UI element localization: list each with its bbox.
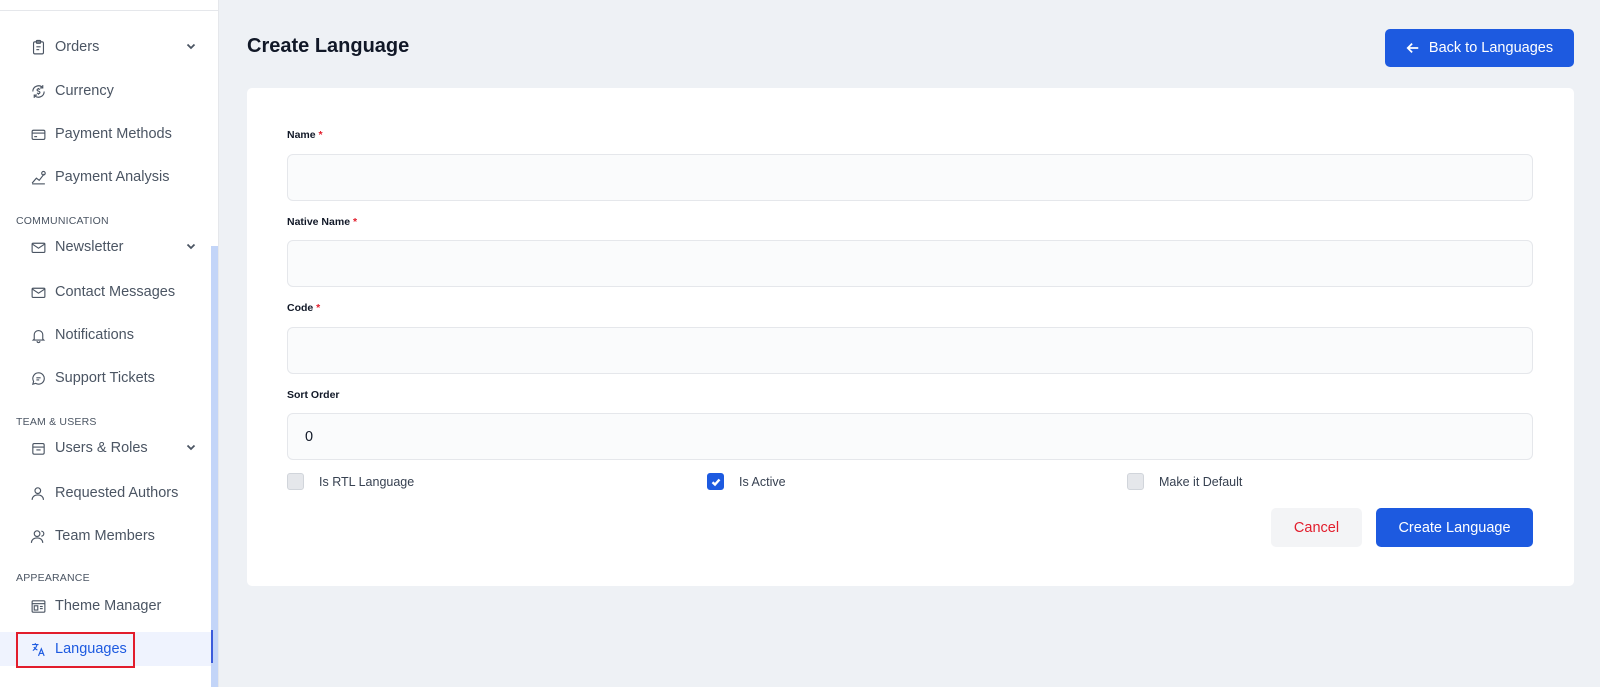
name-label: Name * <box>287 129 323 141</box>
sidebar-item-label: Payment Methods <box>55 126 172 142</box>
active-label: Is Active <box>739 474 786 489</box>
sidebar: Orders Currency Payment Methods Payment … <box>0 0 219 687</box>
required-mark: * <box>318 129 323 141</box>
currency-exchange-icon <box>29 82 47 100</box>
sidebar-item-theme-manager[interactable]: Theme Manager <box>0 586 211 626</box>
code-label: Code * <box>287 302 321 314</box>
default-checkbox-row[interactable]: Make it Default <box>1127 473 1242 490</box>
chat-icon <box>29 369 47 387</box>
translate-icon <box>29 640 47 658</box>
sidebar-item-label: Contact Messages <box>55 284 176 300</box>
sidebar-item-label: Users & Roles <box>55 440 148 456</box>
sidebar-item-label: Languages <box>55 641 127 657</box>
sidebar-item-contact-messages[interactable]: Contact Messages <box>0 272 211 312</box>
section-label-appearance: APPEARANCE <box>16 572 90 584</box>
sidebar-item-label: Newsletter <box>55 239 124 255</box>
back-button-label: Back to Languages <box>1428 40 1554 56</box>
arrow-left-icon <box>1406 43 1419 53</box>
user-group-icon <box>29 527 47 545</box>
theme-icon <box>29 597 47 615</box>
clipboard-icon <box>29 38 47 56</box>
default-checkbox[interactable] <box>1127 473 1144 490</box>
sidebar-item-label: Orders <box>55 39 100 55</box>
users-roles-icon <box>29 439 47 457</box>
sidebar-item-users-roles[interactable]: Users & Roles <box>0 428 211 468</box>
sidebar-item-newsletter[interactable]: Newsletter <box>0 227 211 267</box>
credit-card-icon <box>29 125 47 143</box>
cancel-button[interactable]: Cancel <box>1271 508 1362 547</box>
rtl-checkbox[interactable] <box>287 473 304 490</box>
sidebar-scrollbar[interactable] <box>211 246 218 687</box>
sidebar-item-payment-analysis[interactable]: Payment Analysis <box>0 157 211 197</box>
required-mark: * <box>316 302 321 314</box>
section-label-team-users: TEAM & USERS <box>16 416 97 428</box>
active-checkbox-row[interactable]: Is Active <box>707 473 786 490</box>
default-label: Make it Default <box>1159 474 1243 489</box>
sidebar-item-label: Requested Authors <box>55 485 179 501</box>
sidebar-top-divider <box>0 10 218 11</box>
sidebar-item-orders[interactable]: Orders <box>0 27 211 67</box>
sidebar-scrollbar-thumb[interactable] <box>211 630 213 663</box>
section-label-communication: COMMUNICATION <box>16 215 109 227</box>
sidebar-item-label: Support Tickets <box>55 370 155 386</box>
active-checkbox[interactable] <box>707 473 724 490</box>
rtl-checkbox-row[interactable]: Is RTL Language <box>287 473 414 490</box>
sidebar-item-requested-authors[interactable]: Requested Authors <box>0 473 211 513</box>
rtl-label: Is RTL Language <box>319 474 415 489</box>
chart-line-icon <box>29 168 47 186</box>
sidebar-item-currency[interactable]: Currency <box>0 71 211 111</box>
chevron-down-icon[interactable] <box>185 240 197 252</box>
back-to-languages-button[interactable]: Back to Languages <box>1385 29 1574 67</box>
sidebar-item-label: Theme Manager <box>55 598 162 614</box>
check-icon <box>711 478 720 486</box>
chevron-down-icon[interactable] <box>185 441 197 453</box>
chevron-down-icon[interactable] <box>185 40 197 52</box>
sort-order-label: Sort Order <box>287 389 340 401</box>
native-name-input[interactable] <box>287 240 1533 287</box>
code-input[interactable] <box>287 327 1533 374</box>
sidebar-item-team-members[interactable]: Team Members <box>0 516 211 556</box>
required-mark: * <box>352 216 358 228</box>
sidebar-item-payment-methods[interactable]: Payment Methods <box>0 114 211 154</box>
sidebar-item-notifications[interactable]: Notifications <box>0 315 211 355</box>
user-icon <box>29 484 47 502</box>
sidebar-item-languages[interactable]: Languages <box>0 632 211 666</box>
envelope-icon <box>29 283 47 301</box>
sidebar-item-label: Currency <box>55 83 114 99</box>
sort-order-input[interactable]: 0 <box>287 413 1533 460</box>
sidebar-item-label: Notifications <box>55 327 134 343</box>
sidebar-item-label: Team Members <box>55 528 155 544</box>
native-name-label: Native Name * <box>287 216 358 228</box>
bell-icon <box>29 326 47 344</box>
page-title: Create Language <box>247 35 410 57</box>
name-input[interactable] <box>287 154 1533 201</box>
create-language-button[interactable]: Create Language <box>1376 508 1533 547</box>
mail-icon <box>29 238 47 256</box>
create-language-form: Name * Native Name * Code * Sort Order 0… <box>247 88 1574 586</box>
sidebar-item-support-tickets[interactable]: Support Tickets <box>0 358 211 398</box>
sidebar-item-label: Payment Analysis <box>55 169 170 185</box>
